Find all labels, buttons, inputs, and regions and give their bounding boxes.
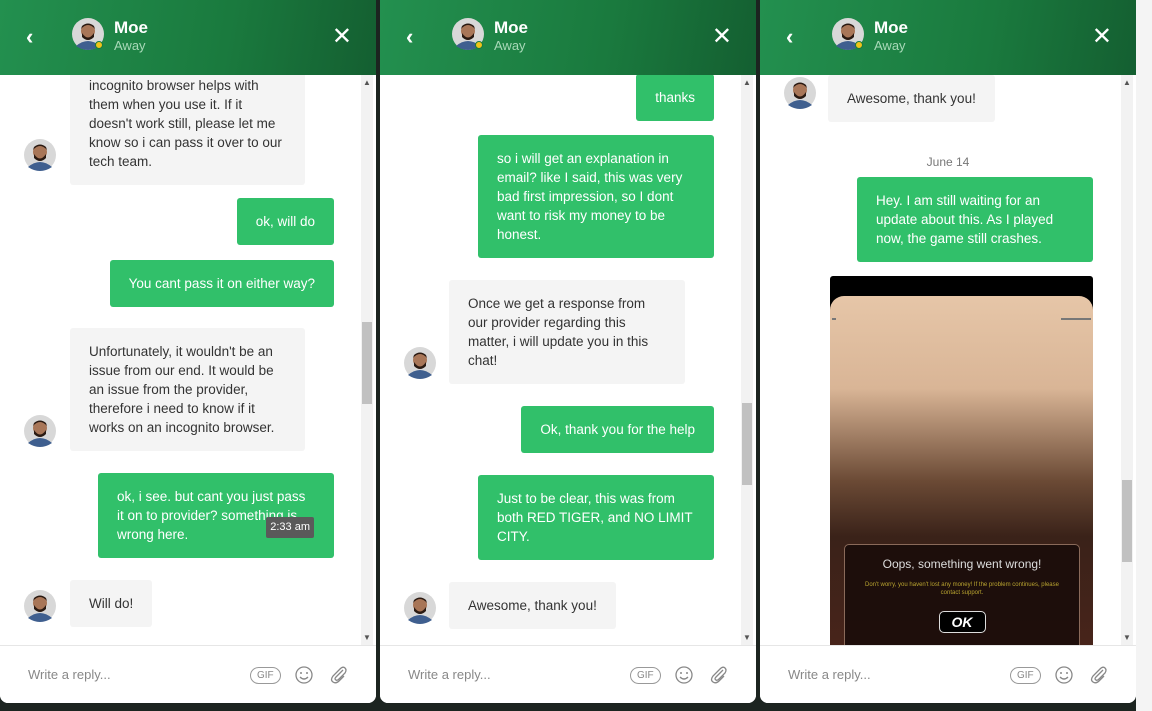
chat-panel: ‹ Moe Away ✕ incognito browser helps wit… [0, 0, 376, 703]
message-text: Once we get a response from our provider… [468, 296, 649, 368]
message-list: Awesome, thank you! June 14 Hey. I am stil… [760, 75, 1136, 645]
reply-composer: Write a reply... GIF [760, 645, 1136, 703]
scrollbar-thumb[interactable] [1122, 480, 1132, 562]
ok-button: OK [938, 611, 986, 633]
reply-input[interactable]: Write a reply... [28, 667, 111, 682]
chat-header: ‹ Moe Away ✕ [0, 0, 376, 75]
emoji-icon[interactable] [673, 664, 695, 686]
chat-header: ‹ Moe Away ✕ [760, 0, 1136, 75]
message-text: Awesome, thank you! [468, 598, 597, 613]
agent-avatar [404, 592, 436, 624]
agent-status: Away [494, 38, 526, 53]
chat-panel: ‹ Moe Away ✕ Awesome, thank you! June 14 H… [760, 0, 1136, 703]
back-icon[interactable]: ‹ [26, 24, 33, 50]
user-message: You cant pass it on either way? [109, 260, 334, 307]
message-text: so i will get an explanation in email? l… [497, 151, 683, 242]
scroll-up-icon[interactable]: ▲ [743, 78, 751, 87]
message-list: incognito browser helps with them when y… [0, 75, 376, 645]
message-text: thanks [655, 90, 695, 105]
attachment-icon[interactable] [328, 664, 350, 686]
attachment-icon[interactable] [1088, 664, 1110, 686]
date-divider: June 14 [926, 155, 970, 169]
agent-avatar [784, 77, 816, 109]
agent-name: Moe [874, 18, 908, 37]
message-list: thanks so i will get an explanation in em… [380, 75, 756, 645]
emoji-icon[interactable] [1053, 664, 1075, 686]
agent-name: Moe [494, 18, 528, 37]
reply-input[interactable]: Write a reply... [408, 667, 491, 682]
back-icon[interactable]: ‹ [406, 24, 413, 50]
gif-button[interactable]: GIF [630, 667, 661, 684]
agent-message: Will do! [70, 580, 153, 627]
agent-avatar [404, 347, 436, 379]
game-screen: Oops, something went wrong! Don't worry, … [830, 296, 1093, 645]
background-page [1136, 0, 1152, 711]
agent-avatar [832, 18, 864, 50]
emoji-icon[interactable] [293, 664, 315, 686]
agent-avatar [24, 139, 56, 171]
agent-avatar [24, 415, 56, 447]
user-message: ok, i see. but cant you just pass it on … [98, 473, 334, 558]
game-tag [832, 318, 836, 320]
message-text: Ok, thank you for the help [540, 422, 695, 437]
scrollbar[interactable]: ▲ ▼ [1121, 75, 1133, 645]
scrollbar-thumb[interactable] [742, 403, 752, 485]
agent-message: incognito browser helps with them when y… [70, 75, 305, 185]
error-dialog: Oops, something went wrong! Don't worry, … [844, 544, 1080, 645]
error-title: Oops, something went wrong! [882, 557, 1042, 571]
agent-message: Awesome, thank you! [828, 75, 995, 122]
scroll-up-icon[interactable]: ▲ [363, 78, 371, 87]
agent-avatar [452, 18, 484, 50]
back-icon[interactable]: ‹ [786, 24, 793, 50]
chat-panel: ‹ Moe Away ✕ thanks so i will get an expl… [380, 0, 756, 703]
message-text: Just to be clear, this was from both RED… [497, 491, 693, 544]
scrollbar[interactable]: ▲ ▼ [361, 75, 373, 645]
game-tag [1061, 318, 1091, 320]
agent-name: Moe [114, 18, 148, 37]
agent-avatar [72, 18, 104, 50]
reply-composer: Write a reply... GIF [0, 645, 376, 703]
message-text: Unfortunately, it wouldn't be an issue f… [89, 344, 275, 435]
scroll-down-icon[interactable]: ▼ [1123, 633, 1131, 642]
user-message: so i will get an explanation in email? l… [478, 135, 714, 258]
message-text: Will do! [89, 596, 134, 611]
agent-status: Away [114, 38, 146, 53]
close-icon[interactable]: ✕ [332, 22, 352, 51]
attachment-icon[interactable] [708, 664, 730, 686]
error-text: Don't worry, you haven't lost any money!… [865, 582, 1059, 596]
user-message: ok, will do [236, 198, 334, 245]
user-message: thanks [636, 75, 714, 121]
message-text: incognito browser helps with them when y… [89, 78, 282, 169]
user-message: Just to be clear, this was from both RED… [478, 475, 714, 560]
gif-button[interactable]: GIF [250, 667, 281, 684]
agent-avatar [24, 590, 56, 622]
chat-header: ‹ Moe Away ✕ [380, 0, 756, 75]
scrollbar-thumb[interactable] [362, 322, 372, 404]
agent-status: Away [874, 38, 906, 53]
agent-message: Unfortunately, it wouldn't be an issue f… [70, 328, 305, 451]
agent-message: Once we get a response from our provider… [449, 280, 685, 384]
scroll-up-icon[interactable]: ▲ [1123, 78, 1131, 87]
close-icon[interactable]: ✕ [1092, 22, 1112, 51]
reply-input[interactable]: Write a reply... [788, 667, 871, 682]
scroll-down-icon[interactable]: ▼ [743, 633, 751, 642]
message-text: Hey. I am still waiting for an update ab… [876, 193, 1054, 246]
scrollbar[interactable]: ▲ ▼ [741, 75, 753, 645]
message-timestamp: 2:33 am [266, 517, 314, 538]
close-icon[interactable]: ✕ [712, 22, 732, 51]
user-message: Ok, thank you for the help [521, 406, 714, 453]
reply-composer: Write a reply... GIF [380, 645, 756, 703]
attached-screenshot[interactable]: Oops, something went wrong! Don't worry, … [830, 276, 1093, 645]
scroll-down-icon[interactable]: ▼ [363, 633, 371, 642]
gif-button[interactable]: GIF [1010, 667, 1041, 684]
user-message: Hey. I am still waiting for an update ab… [857, 177, 1093, 262]
agent-message: Awesome, thank you! [449, 582, 616, 629]
message-text: You cant pass it on either way? [128, 276, 315, 291]
message-text: Awesome, thank you! [847, 91, 976, 106]
message-text: ok, will do [255, 214, 315, 229]
